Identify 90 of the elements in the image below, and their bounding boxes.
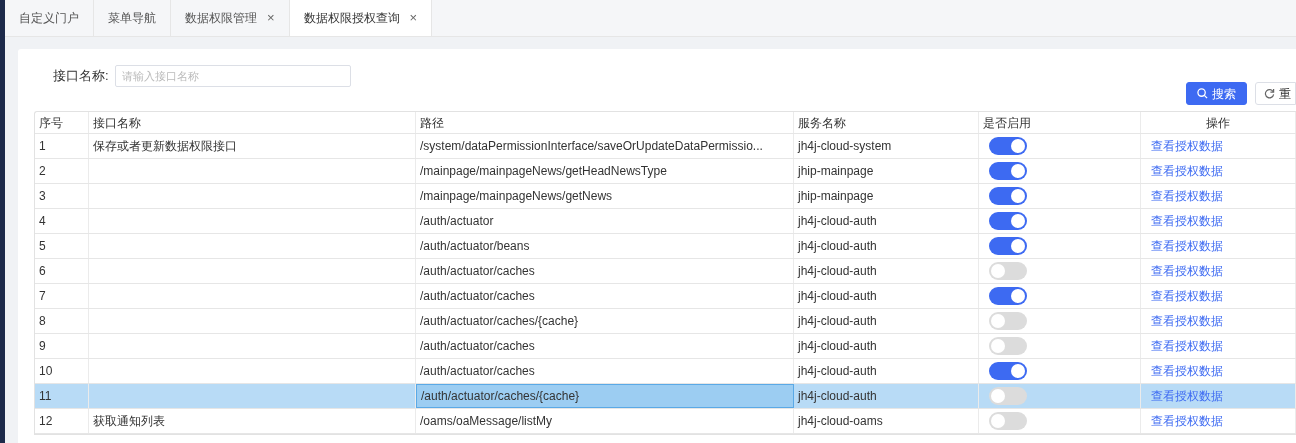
view-link[interactable]: 查看授权数据 <box>1151 137 1223 155</box>
table-row[interactable]: 1 保存或者更新数据权限接口 /system/dataPermissionInterface/saveOrUpdateDataPermissio... jh4j-cloud-system 查看授权数据 <box>35 134 1296 159</box>
table-row[interactable]: 6 /auth/actuator/caches jh4j-cloud-auth 查看授权数据 <box>35 259 1296 284</box>
table-cell-text: /auth/actuator/caches <box>420 288 535 305</box>
table-row[interactable]: 4 /auth/actuator jh4j-cloud-auth 查看授权数据 <box>35 209 1296 234</box>
table-row[interactable]: 5 /auth/actuator/beans jh4j-cloud-auth 查看授权数据 <box>35 234 1296 259</box>
table-cell-text: jh4j-cloud-oams <box>798 413 883 430</box>
table-cell-text: jh4j-cloud-auth <box>798 388 877 405</box>
table-cell-text: /auth/actuator <box>420 213 494 230</box>
table-cell-text: jhip-mainpage <box>798 188 874 205</box>
close-icon[interactable]: × <box>267 8 275 28</box>
tab[interactable]: 数据权限管理 × <box>171 0 290 36</box>
table-cell-text: jh4j-cloud-auth <box>798 313 877 330</box>
table-cell-text: /oams/oaMessage/listMy <box>420 413 553 430</box>
table-row[interactable]: 7 /auth/actuator/caches jh4j-cloud-auth 查看授权数据 <box>35 284 1296 309</box>
column-header: 服务名称 <box>794 112 979 133</box>
table-cell-text: jh4j-cloud-auth <box>798 263 877 280</box>
filter-label: 接口名称: <box>53 67 109 86</box>
column-header: 接口名称 <box>89 112 416 133</box>
row-number: 12 <box>39 413 53 430</box>
table-cell-text: /system/dataPermissionInterface/saveOrUpdateDataPermissio... <box>420 138 763 155</box>
toggle-switch[interactable] <box>989 162 1027 180</box>
table-cell-text: jh4j-cloud-auth <box>798 363 877 380</box>
toggle-switch[interactable] <box>989 237 1027 255</box>
view-link[interactable]: 查看授权数据 <box>1151 312 1223 330</box>
row-number: 9 <box>39 338 46 355</box>
toggle-switch[interactable] <box>989 212 1027 230</box>
table-cell-text: /mainpage/mainpageNews/getHeadNewsType <box>420 163 667 180</box>
tab[interactable]: 数据权限授权查询 × <box>289 0 433 36</box>
table-cell-text: /auth/actuator/beans <box>420 238 530 255</box>
table-cell-text: /auth/actuator/caches/{cache} <box>421 388 580 405</box>
row-number: 5 <box>39 238 46 255</box>
view-link[interactable]: 查看授权数据 <box>1151 337 1223 355</box>
row-number: 3 <box>39 188 46 205</box>
table-row[interactable]: 2 /mainpage/mainpageNews/getHeadNewsType jhip-mainpage 查看授权数据 <box>35 159 1296 184</box>
tab[interactable]: 菜单导航 <box>94 0 171 36</box>
refresh-icon <box>1264 88 1275 99</box>
table-row[interactable]: 9 /auth/actuator/caches jh4j-cloud-auth 查看授权数据 <box>35 334 1296 359</box>
toggle-switch[interactable] <box>989 337 1027 355</box>
table-cell-text: /auth/actuator/caches <box>420 363 535 380</box>
search-icon <box>1197 88 1208 99</box>
search-button[interactable]: 搜索 <box>1186 82 1247 105</box>
toggle-switch[interactable] <box>989 312 1027 330</box>
toggle-switch[interactable] <box>989 412 1027 430</box>
table-cell-text: /mainpage/mainpageNews/getNews <box>420 188 613 205</box>
view-link[interactable]: 查看授权数据 <box>1151 262 1223 280</box>
column-header: 是否启用 <box>979 112 1141 133</box>
row-number: 4 <box>39 213 46 230</box>
view-link[interactable]: 查看授权数据 <box>1151 412 1223 430</box>
view-link[interactable]: 查看授权数据 <box>1151 237 1223 255</box>
table-cell-text: jh4j-cloud-auth <box>798 338 877 355</box>
view-link[interactable]: 查看授权数据 <box>1151 362 1223 380</box>
toggle-switch[interactable] <box>989 187 1027 205</box>
table-row[interactable]: 3 /mainpage/mainpageNews/getNews jhip-mainpage 查看授权数据 <box>35 184 1296 209</box>
table-cell-text: jh4j-cloud-system <box>798 138 892 155</box>
table-row[interactable]: 8 /auth/actuator/caches/{cache} jh4j-cloud-auth 查看授权数据 <box>35 309 1296 334</box>
tab[interactable]: 自定义门户 <box>5 0 94 36</box>
view-link[interactable]: 查看授权数据 <box>1151 187 1223 205</box>
table-cell-text: /auth/actuator/caches <box>420 338 535 355</box>
view-link[interactable]: 查看授权数据 <box>1151 287 1223 305</box>
table-cell-text: /auth/actuator/caches/{cache} <box>420 313 579 330</box>
search-field[interactable]: 请输入接口名称 <box>114 65 351 87</box>
row-number: 11 <box>39 388 52 405</box>
row-number: 10 <box>39 363 53 380</box>
table-cell-text: jh4j-cloud-auth <box>798 213 877 230</box>
table-cell-text: jh4j-cloud-auth <box>798 238 877 255</box>
toggle-switch[interactable] <box>989 287 1027 305</box>
view-link[interactable]: 查看授权数据 <box>1151 162 1223 180</box>
table-cell-text: jhip-mainpage <box>798 163 874 180</box>
close-icon[interactable]: × <box>409 8 418 28</box>
row-number: 8 <box>39 313 46 330</box>
column-header: 操作 <box>1141 112 1296 133</box>
table-cell-text: 保存或者更新数据权限接口 <box>93 138 237 155</box>
reset-button[interactable]: 重 <box>1255 82 1296 105</box>
table-cell-text: 获取通知列表 <box>93 413 165 430</box>
row-number: 2 <box>39 163 46 180</box>
row-number: 1 <box>39 138 46 155</box>
toggle-switch[interactable] <box>989 262 1027 280</box>
table-cell-text: jh4j-cloud-auth <box>798 288 877 305</box>
column-header: 序号 <box>35 112 89 133</box>
row-number: 6 <box>39 263 46 280</box>
view-link[interactable]: 查看授权数据 <box>1151 212 1223 230</box>
toggle-switch[interactable] <box>989 362 1027 380</box>
table-cell-text: /auth/actuator/caches <box>420 263 535 280</box>
toggle-switch[interactable] <box>989 387 1027 405</box>
table-row[interactable]: 11 /auth/actuator/caches/{cache} jh4j-cloud-auth 查看授权数据 <box>35 384 1296 409</box>
table-row[interactable]: 12 获取通知列表 /oams/oaMessage/listMy jh4j-cloud-oams 查看授权数据 <box>35 409 1296 434</box>
row-number: 7 <box>39 288 46 305</box>
column-header: 路径 <box>416 112 794 133</box>
toggle-switch[interactable] <box>989 137 1027 155</box>
